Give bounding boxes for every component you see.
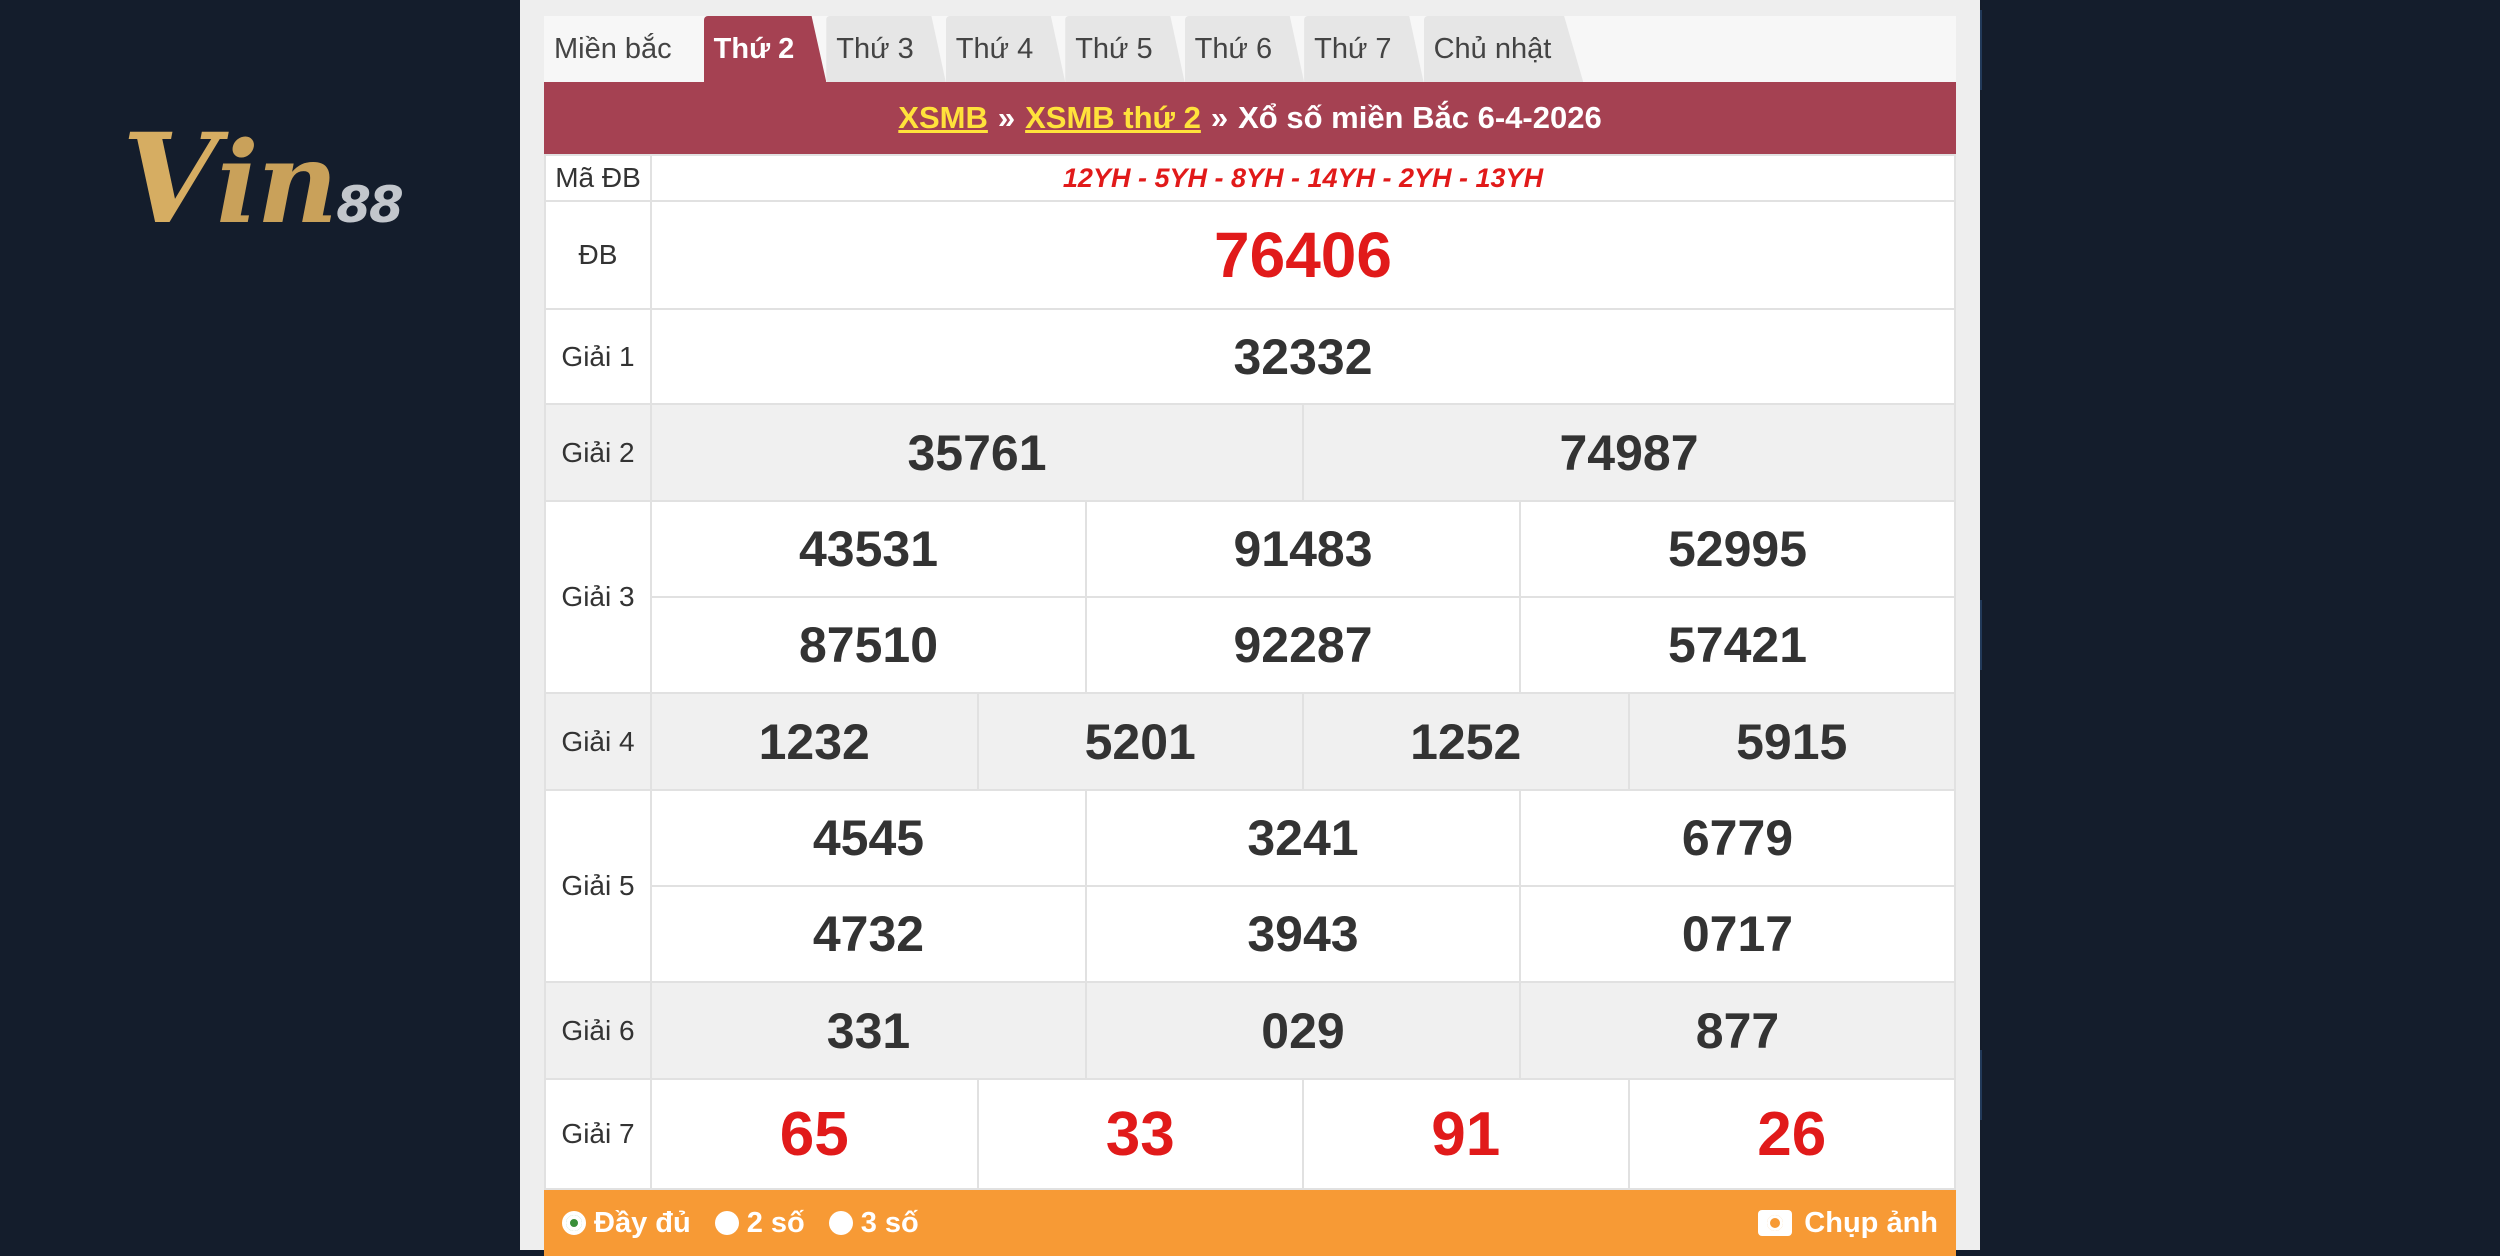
prize-number: 0717 [1519,885,1954,981]
prize-number: 26 [1627,1080,1954,1188]
tab-mien-bac[interactable]: Miền bắc [544,16,704,82]
row-giai-1: Giải 1 32332 [544,308,1956,405]
prize-row: 43531 91483 52995 [652,502,1954,597]
xsmb-thu-2-link[interactable]: XSMB thứ 2 [1025,100,1201,136]
prize-number: 1252 [1302,694,1629,789]
prize-cell: 1232 5201 1252 5915 [650,692,1956,791]
row-giai-6: Giải 6 331 029 877 [544,981,1956,1080]
prize-cell: 65 33 91 26 [650,1078,1956,1190]
prize-row: 4732 3943 0717 [652,885,1954,981]
prize-number: 52995 [1519,502,1954,597]
tab-thu-5[interactable]: Thứ 5 [1065,16,1185,82]
tab-chu-nhat[interactable]: Chủ nhật [1423,16,1584,82]
prize-row: 65 33 91 26 [652,1080,1954,1188]
prize-row: 1232 5201 1252 5915 [652,694,1954,789]
row-label: ĐB [544,200,652,310]
prize-cell: 35761 74987 [650,403,1956,502]
prize-number: 91 [1302,1080,1629,1188]
prize-number: 65 [779,1099,849,1169]
prize-grid: 4545 3241 6779 4732 3943 0717 [652,791,1954,981]
prize-number: 331 [652,983,1086,1078]
row-giai-2: Giải 2 35761 74987 [544,403,1956,502]
prize-grid: 1232 5201 1252 5915 [652,694,1954,789]
prize-number: 35761 [652,405,1303,500]
row-giai-5: Giải 5 4545 3241 6779 4732 3943 0717 [544,789,1956,983]
title-text: Xổ số miền Bắc 6-4-2026 [1238,100,1602,135]
prize-row: 35761 74987 [652,405,1954,500]
prize-row: 331 029 877 [652,983,1954,1078]
capture-button[interactable]: Chụp ảnh [1758,1207,1938,1240]
prize-number: 3241 [1085,791,1520,886]
row-label: Giải 5 [544,789,652,983]
prize-grid: 43531 91483 52995 87510 92287 57421 [652,502,1954,692]
prize-number: 43531 [798,521,939,577]
prize-number: 4545 [812,810,925,866]
row-label: Giải 7 [544,1078,652,1190]
row-ma-db: Mã ĐB 12YH - 5YH - 8YH - 14YH - 2YH - 13… [544,154,1956,202]
lottery-content: Miền bắc Thứ 2 Thứ 3 Thứ 4 Thứ 5 Thứ 6 T… [544,16,1956,1256]
breadcrumb-separator: » [997,100,1016,135]
option-full[interactable]: Đầy đủ [562,1207,691,1240]
prize-grid: 65 33 91 26 [652,1080,1954,1188]
row-giai-3: Giải 3 43531 91483 52995 87510 92287 574… [544,500,1956,694]
prize-number: 3943 [1085,885,1520,981]
vin88-logo: Vin88 [122,107,404,252]
row-label: Giải 1 [544,308,652,405]
prize-cell: 331 029 877 [650,981,1956,1080]
prize-number: 5915 [1627,694,1954,789]
prize-number: 029 [1085,983,1520,1078]
xsmb-link[interactable]: XSMB [898,100,988,136]
special-prize: 76406 [650,200,1956,310]
day-tabs: Miền bắc Thứ 2 Thứ 3 Thứ 4 Thứ 5 Thứ 6 T… [544,16,1956,82]
prize-number: 74987 [1302,405,1954,500]
row-label: Giải 4 [544,692,652,791]
tab-thu-6[interactable]: Thứ 6 [1184,16,1305,82]
prize-row: 4545 3241 6779 [652,791,1954,886]
prize-number: 1232 [652,694,978,789]
camera-icon [1758,1210,1793,1236]
row-giai-4: Giải 4 1232 5201 1252 5915 [544,692,1956,791]
prize-number: 877 [1519,983,1954,1078]
option-2-digits[interactable]: 2 số [714,1207,805,1240]
tab-thu-2[interactable]: Thứ 2 [703,16,827,82]
page-title: XSMB » XSMB thứ 2 » Xổ số miền Bắc 6-4-2… [544,82,1956,154]
prize-number: 92287 [1085,596,1520,692]
row-giai-7: Giải 7 65 33 91 26 [544,1078,1956,1190]
tab-thu-4[interactable]: Thứ 4 [945,16,1066,82]
prize-number: 57421 [1519,596,1954,692]
ma-db-codes: 12YH - 5YH - 8YH - 14YH - 2YH - 13YH [650,154,1956,202]
prize-number: 87510 [652,596,1086,692]
radio-checked-icon[interactable] [562,1211,586,1235]
prize-number: 4732 [652,885,1086,981]
row-label: Mã ĐB [544,154,652,202]
prize-number: 6779 [1519,791,1954,886]
tab-thu-7[interactable]: Thứ 7 [1304,16,1424,82]
prize-cell: 4545 3241 6779 4732 3943 0717 [650,789,1956,983]
prize-cell: 43531 91483 52995 87510 92287 57421 [650,500,1956,694]
tab-thu-3[interactable]: Thứ 3 [826,16,946,82]
breadcrumb-separator: » [1210,100,1229,135]
display-options-bar: Đầy đủ 2 số 3 số Chụp ảnh [544,1190,1956,1256]
results-table: Mã ĐB 12YH - 5YH - 8YH - 14YH - 2YH - 13… [544,154,1956,1190]
prize-row: 87510 92287 57421 [652,596,1954,692]
radio-icon[interactable] [828,1211,853,1235]
prize-number: 33 [976,1080,1303,1188]
row-label: Giải 2 [544,403,652,502]
prize-number: 91483 [1085,502,1520,597]
option-3-digits[interactable]: 3 số [828,1207,919,1240]
prize-grid: 331 029 877 [652,983,1954,1078]
lottery-panel: Miền bắc Thứ 2 Thứ 3 Thứ 4 Thứ 5 Thứ 6 T… [520,0,1980,1256]
row-label: Giải 3 [544,500,652,694]
row-label: Giải 6 [544,981,652,1080]
radio-icon[interactable] [714,1211,739,1235]
prize-grid: 35761 74987 [652,405,1954,500]
prize-number: 5201 [976,694,1303,789]
prize-number: 32332 [650,308,1956,405]
row-db: ĐB 76406 [544,200,1956,310]
